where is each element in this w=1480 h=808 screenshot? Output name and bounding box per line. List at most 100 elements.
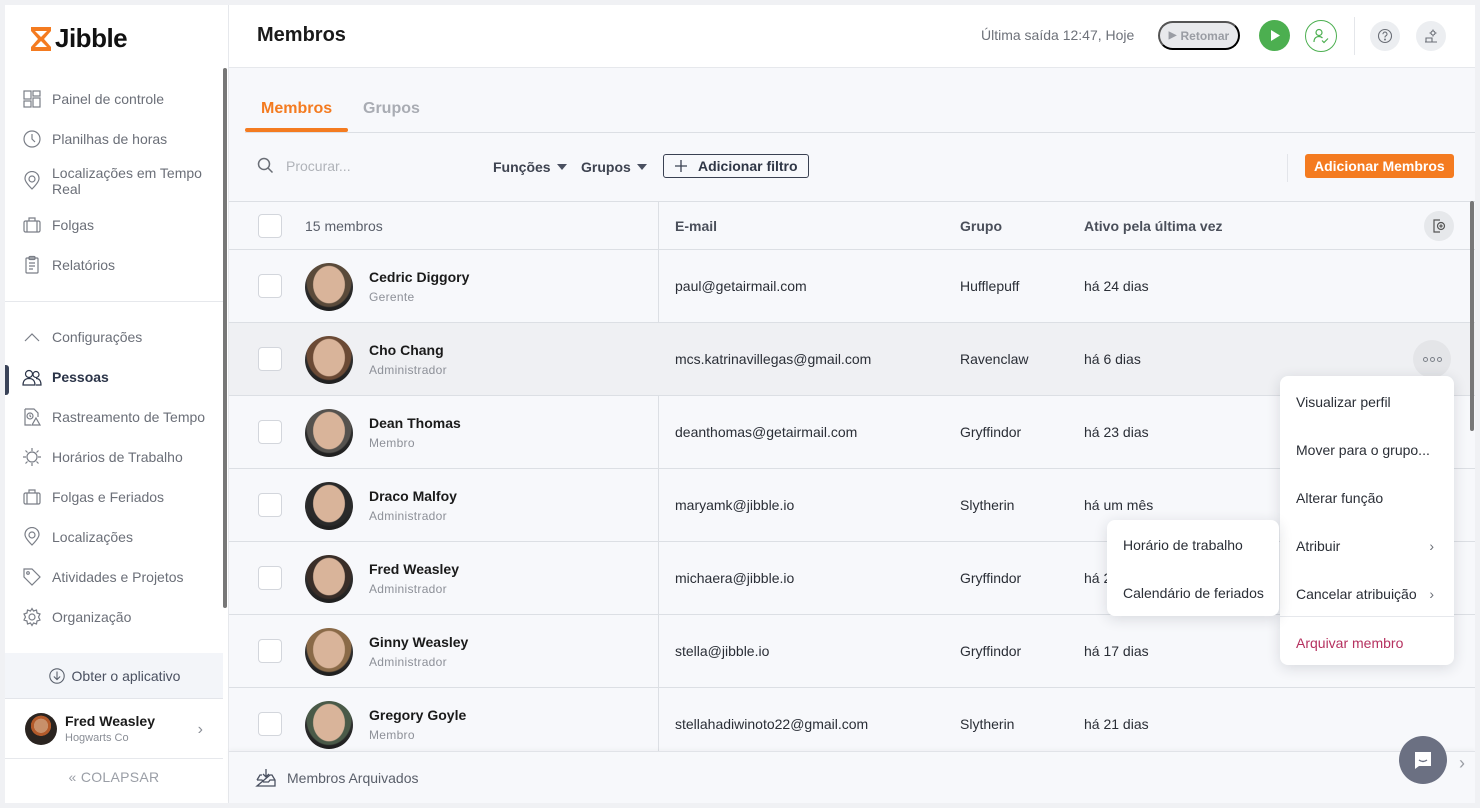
add-members-button[interactable]: Adicionar Membros: [1305, 154, 1454, 178]
menu-divider: [1280, 616, 1454, 617]
member-group: Slytherin: [960, 716, 1015, 732]
sidebar-item-organization[interactable]: Organização: [22, 607, 218, 627]
member-email: maryamk@jibble.io: [675, 497, 795, 513]
roles-filter-dropdown[interactable]: Funções: [493, 159, 567, 175]
archived-members-bar[interactable]: Membros Arquivados: [229, 751, 1475, 803]
row-checkbox[interactable]: [258, 420, 282, 444]
user-name: Fred Weasley: [65, 713, 156, 729]
column-header-group[interactable]: Grupo: [960, 218, 1002, 234]
menu-item-label: Atribuir: [1296, 538, 1341, 554]
submenu-item-holiday-calendar[interactable]: Calendário de feriados: [1123, 585, 1273, 601]
current-user[interactable]: Fred Weasley Hogwarts Co ›: [5, 699, 223, 759]
tag-icon: [23, 568, 41, 586]
sidebar-item-work-schedules[interactable]: Horários de Trabalho: [22, 447, 218, 467]
chat-icon: [1415, 752, 1431, 769]
member-email: stella@jibble.io: [675, 643, 770, 659]
chevron-right-icon[interactable]: ›: [1459, 753, 1465, 774]
member-name[interactable]: Gregory Goyle: [369, 707, 466, 723]
active-indicator: [5, 365, 9, 395]
search-input[interactable]: [286, 157, 446, 174]
row-checkbox[interactable]: [258, 347, 282, 371]
sidebar-item-timesheets[interactable]: Planilhas de horas: [22, 129, 218, 149]
tab-groups[interactable]: Grupos: [363, 100, 420, 118]
member-name[interactable]: Ginny Weasley: [369, 634, 468, 650]
play-icon: [1270, 30, 1280, 41]
menu-item-assign[interactable]: Atribuir ›: [1296, 538, 1446, 554]
archived-members-label: Membros Arquivados: [287, 769, 419, 786]
sidebar-item-reports[interactable]: Relatórios: [22, 255, 218, 275]
menu-item-archive-member[interactable]: Arquivar membro: [1296, 635, 1446, 651]
sidebar-item-time-off-holidays[interactable]: Folgas e Feriados: [22, 487, 218, 507]
get-app-button[interactable]: Obter o aplicativo: [5, 653, 223, 699]
member-name[interactable]: Draco Malfoy: [369, 488, 457, 504]
clock-icon: [23, 130, 41, 148]
top-header: Membros Última saída 12:47, Hoje ▶ Retom…: [229, 5, 1475, 68]
setup-gear-icon: [1425, 29, 1437, 43]
row-checkbox[interactable]: [258, 566, 282, 590]
menu-item-move-to-group[interactable]: Mover para o grupo...: [1296, 442, 1446, 458]
more-dots-icon: [1436, 356, 1442, 362]
row-checkbox[interactable]: [258, 493, 282, 517]
menu-item-label: Alterar função: [1296, 490, 1384, 506]
clock-in-button[interactable]: [1259, 20, 1290, 51]
member-name[interactable]: Fred Weasley: [369, 561, 459, 577]
add-column-icon: [1433, 219, 1446, 233]
member-avatar: [305, 701, 353, 749]
member-role: Membro: [369, 436, 415, 450]
member-role: Administrador: [369, 582, 447, 596]
member-last-active: há 17 dias: [1084, 643, 1149, 659]
row-checkbox[interactable]: [258, 712, 282, 736]
add-filter-label: Adicionar filtro: [698, 158, 798, 174]
logo[interactable]: Jibble: [29, 23, 128, 54]
sidebar-section-settings[interactable]: Configurações: [22, 327, 218, 347]
menu-item-view-profile[interactable]: Visualizar perfil: [1296, 394, 1446, 410]
sidebar-item-locations[interactable]: Localizações: [22, 527, 218, 547]
column-header-last-active[interactable]: Ativo pela última vez: [1084, 218, 1222, 234]
app-window: Jibble Painel de controle Planilhas de h…: [5, 5, 1475, 803]
groups-filter-dropdown[interactable]: Grupos: [581, 159, 647, 175]
chat-support-button[interactable]: [1399, 736, 1447, 784]
member-name[interactable]: Cho Chang: [369, 342, 444, 358]
sidebar-item-dashboard[interactable]: Painel de controle: [22, 89, 218, 109]
add-filter-button[interactable]: Adicionar filtro: [663, 154, 809, 178]
sidebar-item-label: Relatórios: [52, 257, 116, 273]
table-row[interactable]: Cedric Diggory Gerente paul@getairmail.com…: [229, 250, 1475, 323]
column-header-email[interactable]: E-mail: [675, 218, 717, 234]
menu-item-label: Visualizar perfil: [1296, 394, 1391, 410]
sidebar-item-time-off[interactable]: Folgas: [22, 215, 218, 235]
menu-item-change-role[interactable]: Alterar função: [1296, 490, 1446, 506]
table-scrollbar[interactable]: [1470, 201, 1474, 431]
submenu-item-work-schedule[interactable]: Horário de trabalho: [1123, 537, 1273, 553]
setup-button[interactable]: [1416, 21, 1446, 51]
row-checkbox[interactable]: [258, 639, 282, 663]
help-button[interactable]: [1370, 21, 1400, 51]
filter-label: Grupos: [581, 159, 631, 175]
member-name[interactable]: Cedric Diggory: [369, 269, 469, 285]
collapse-sidebar-button[interactable]: « COLAPSAR: [5, 769, 223, 785]
resume-button[interactable]: ▶ Retomar: [1158, 21, 1240, 50]
sidebar-item-time-tracking[interactable]: Rastreamento de Tempo: [22, 407, 218, 427]
collapse-label: COLAPSAR: [80, 769, 160, 785]
tab-members[interactable]: Membros: [261, 100, 332, 118]
sidebar-item-activities-projects[interactable]: Atividades e Projetos: [22, 567, 218, 587]
sidebar-item-live-locations[interactable]: Localizações em Tempo Real: [22, 165, 218, 197]
caret-down-icon: [556, 164, 567, 170]
sidebar-item-people[interactable]: Pessoas: [22, 367, 218, 387]
member-last-active: há 6 dias: [1084, 351, 1141, 367]
toolbar: Funções Grupos Adicionar filtro Adiciona…: [229, 133, 1475, 201]
column-settings-button[interactable]: [1424, 211, 1454, 241]
chevron-right-icon: ›: [1429, 538, 1434, 554]
row-checkbox[interactable]: [258, 274, 282, 298]
sidebar-item-label: Organização: [52, 609, 132, 625]
row-more-button[interactable]: [1413, 340, 1451, 378]
member-name[interactable]: Dean Thomas: [369, 415, 461, 431]
select-all-checkbox[interactable]: [258, 214, 282, 238]
menu-item-unassign[interactable]: Cancelar atribuição ›: [1296, 586, 1446, 602]
sidebar-item-label: Pessoas: [52, 369, 109, 385]
header-divider: [1354, 17, 1355, 55]
sidebar-scrollbar[interactable]: [223, 68, 227, 608]
member-role: Administrador: [369, 655, 447, 669]
chevron-right-icon: ›: [1429, 586, 1434, 602]
attendance-button[interactable]: [1305, 20, 1337, 52]
briefcase-icon: [23, 489, 41, 505]
